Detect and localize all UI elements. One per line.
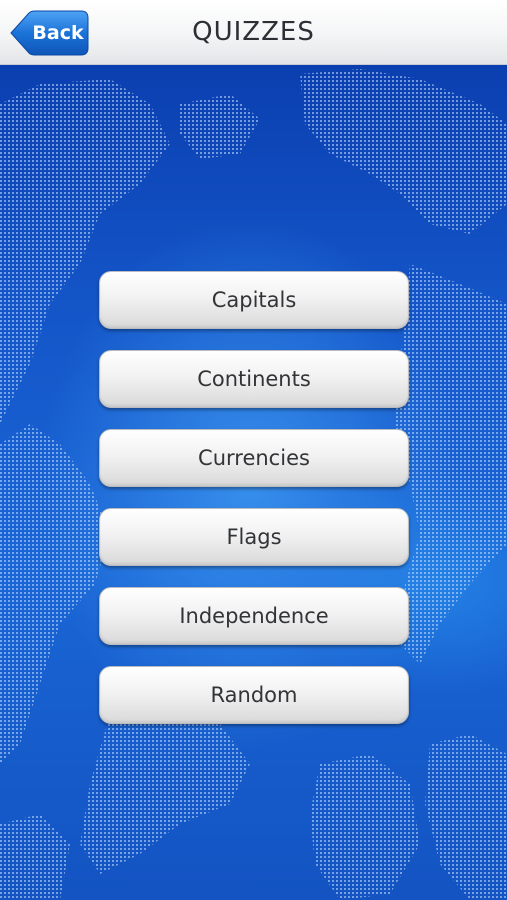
quizzes-screen: QUIZZES Back Capitals Continents Currenc… — [0, 0, 507, 900]
quiz-independence-button[interactable]: Independence — [99, 587, 409, 645]
quiz-random-button[interactable]: Random — [99, 666, 409, 724]
quiz-menu: Capitals Continents Currencies Flags Ind… — [99, 271, 410, 745]
quiz-capitals-button[interactable]: Capitals — [99, 271, 409, 329]
navigation-bar: QUIZZES Back — [0, 0, 507, 65]
back-button-label: Back — [32, 22, 84, 44]
quiz-currencies-button[interactable]: Currencies — [99, 429, 409, 487]
quiz-continents-button[interactable]: Continents — [99, 350, 409, 408]
back-button[interactable]: Back — [9, 10, 89, 56]
quiz-flags-button[interactable]: Flags — [99, 508, 409, 566]
